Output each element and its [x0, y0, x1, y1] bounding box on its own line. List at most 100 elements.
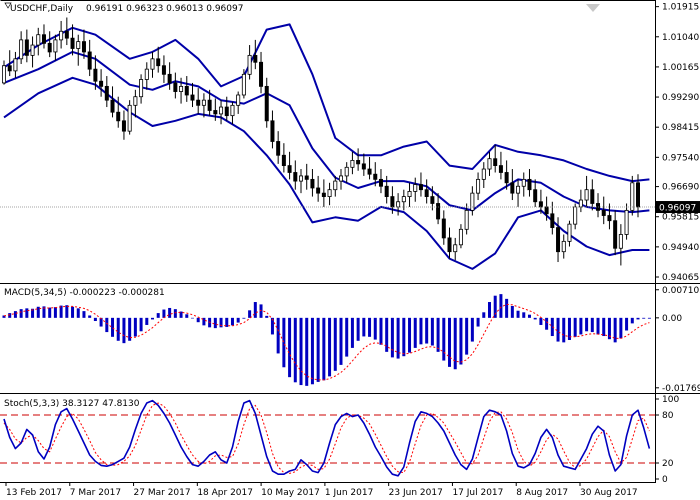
macd-bar: [533, 317, 537, 320]
macd-bar: [613, 317, 617, 343]
macd-bar: [310, 317, 314, 385]
current-price-label: 0.96097: [659, 204, 696, 214]
x-tick-label: 1 Jun 2017: [325, 488, 373, 498]
macd-bar: [53, 307, 57, 318]
usdchf-chart: 1.01915 1.01040 1.00165 0.99290 0.98415 0.975…: [0, 0, 700, 500]
price-tick-label: 0.99290: [662, 93, 699, 103]
macd-bar: [510, 305, 514, 318]
macd-bar: [379, 317, 383, 345]
macd-bar: [602, 317, 606, 337]
price-tick-label: 0.94065: [662, 273, 699, 283]
macd-bar: [625, 317, 629, 331]
macd-bar: [282, 317, 286, 368]
macd-bar: [596, 317, 600, 335]
macd-bar: [151, 317, 155, 320]
macd-bar: [573, 317, 577, 337]
price-tick-label: 0.96690: [662, 183, 699, 193]
macd-bar: [362, 317, 366, 337]
macd-bar: [350, 317, 354, 348]
macd-bar: [408, 317, 412, 353]
macd-title: MACD(5,34,5) -0.000223 -0.000281: [4, 288, 165, 298]
macd-bar: [419, 317, 423, 345]
macd-bar: [13, 311, 17, 318]
macd-bar: [373, 317, 377, 340]
macd-bar: [345, 317, 349, 357]
macd-bar: [305, 317, 309, 386]
stochastic-tick-label: 100: [662, 395, 679, 405]
macd-bar: [499, 294, 503, 318]
macd-bar: [236, 317, 240, 323]
macd-bar: [545, 317, 549, 330]
macd-bar: [522, 312, 526, 318]
macd-bar: [173, 309, 177, 318]
stochastic-tick-label: 80: [662, 411, 674, 421]
macd-bar: [248, 310, 252, 318]
candle: [127, 100, 132, 135]
macd-bar: [328, 317, 332, 377]
macd-bar: [288, 317, 292, 378]
macd-bar: [19, 309, 23, 318]
stochastic-tick-label: 0: [662, 475, 668, 485]
macd-bar: [516, 310, 520, 318]
macd-bar: [527, 314, 531, 318]
macd-bar: [430, 317, 434, 346]
macd-bar: [442, 317, 446, 361]
macd-bar: [647, 317, 651, 319]
macd-bar: [105, 317, 109, 333]
macd-bar: [585, 317, 589, 332]
x-tick-label: 17 Jul 2017: [452, 488, 503, 498]
x-tick-label: 10 May 2017: [261, 488, 320, 498]
price-tick-label: 0.98415: [662, 123, 699, 133]
macd-bar: [636, 317, 640, 320]
macd-bar: [642, 317, 646, 319]
macd-bar: [88, 315, 92, 318]
macd-bar: [93, 317, 97, 322]
macd-bar: [590, 317, 594, 333]
macd-bar: [276, 317, 280, 354]
macd-bar: [48, 307, 52, 318]
macd-bar: [116, 317, 120, 341]
price-tick-label: 0.95815: [662, 213, 699, 223]
macd-bar: [316, 317, 320, 382]
price-tick-label: 0.94940: [662, 243, 699, 253]
macd-bar: [322, 317, 326, 381]
macd-tick-label: 0.007103: [662, 286, 700, 296]
macd-bar: [71, 306, 75, 318]
macd-bar: [539, 317, 543, 325]
macd-bar: [185, 314, 189, 318]
x-tick-label: 13 Feb 2017: [6, 488, 62, 498]
ohlc-readout: 0.96191 0.96323 0.96013 0.96097: [86, 4, 243, 14]
price-tick-label: 1.01040: [662, 33, 699, 43]
macd-bar: [293, 317, 297, 383]
macd-bar: [630, 317, 634, 324]
macd-bar: [476, 317, 480, 327]
macd-bar: [562, 317, 566, 343]
macd-bar: [356, 317, 360, 341]
macd-bar: [470, 317, 474, 342]
x-tick-label: 18 Apr 2017: [197, 488, 253, 498]
macd-bar: [487, 302, 491, 318]
macd-bar: [139, 317, 143, 332]
x-tick-label: 8 Aug 2017: [516, 488, 568, 498]
macd-tick-label: -0.017694: [662, 384, 700, 394]
x-tick-label: 7 Mar 2017: [70, 488, 121, 498]
stochastic-title: Stoch(5,3,3) 38.3127 47.8130: [4, 399, 140, 409]
macd-bar: [122, 317, 126, 344]
macd-bar: [253, 302, 257, 318]
macd-bar: [76, 308, 80, 318]
macd-bar: [390, 317, 394, 358]
macd-bar: [459, 317, 463, 365]
macd-bar: [619, 317, 623, 339]
macd-bar: [339, 317, 343, 365]
price-tick-label: 0.97540: [662, 153, 699, 163]
macd-bar: [413, 317, 417, 348]
x-tick-label: 30 Aug 2017: [580, 488, 638, 498]
macd-bar: [556, 317, 560, 342]
macd-bar: [25, 308, 29, 318]
macd-bar: [448, 317, 452, 367]
x-tick-label: 27 Mar 2017: [134, 488, 191, 498]
macd-bar: [333, 317, 337, 371]
macd-bar: [196, 317, 200, 323]
macd-bar: [242, 317, 246, 319]
macd-bar: [402, 317, 406, 357]
